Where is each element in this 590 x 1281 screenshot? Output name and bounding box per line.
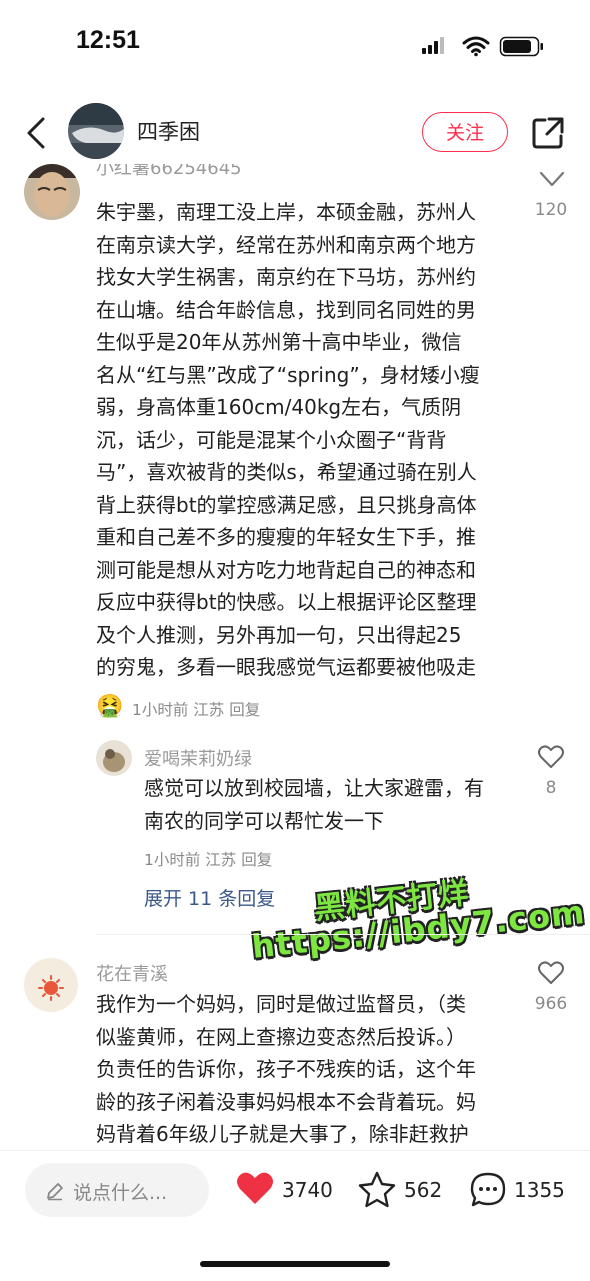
- comment-input[interactable]: 说点什么...: [25, 1163, 209, 1217]
- commenter-name[interactable]: 花在青溪: [96, 960, 168, 986]
- expand-replies-link[interactable]: 展开 11 条回复: [144, 884, 275, 911]
- comment-line: 龄的孩子闲着没事妈妈根本不会背着玩。妈: [96, 1089, 476, 1114]
- like-count: 966: [534, 994, 568, 1014]
- battery-icon: [499, 36, 543, 57]
- comment-line: 沉，话少，可能是混某个小众圈子“背背: [96, 427, 447, 452]
- comment-line: 马”，喜欢被背的类似s，希望通过骑在别人: [96, 460, 477, 484]
- comment-body: 我作为一个妈妈，同时是做过监督员，（类 似鉴黄师，在网上查擦边变态然后投诉。） …: [96, 988, 516, 1151]
- signal-icon: [422, 37, 444, 54]
- heart-outline-icon[interactable]: [537, 744, 565, 770]
- like-icon[interactable]: [538, 168, 566, 190]
- comment-line: 在南京读大学，经常在苏州和南京两个地方: [96, 232, 476, 257]
- comment-body: 朱宇墨，南理工没上岸，本硕金融，苏州人 在南京读大学，经常在苏州和南京两个地方 …: [96, 196, 516, 684]
- comment-meta[interactable]: 1小时前 江苏 回复: [132, 698, 260, 720]
- author-name[interactable]: 四季困: [137, 116, 200, 146]
- status-time: 12:51: [76, 26, 140, 54]
- heart-filled-icon[interactable]: [235, 1170, 275, 1206]
- post-star-count: 562: [404, 1178, 443, 1202]
- comment-input-placeholder: 说点什么...: [73, 1182, 168, 1204]
- post-comment-count: 1355: [514, 1178, 565, 1202]
- like-count: 8: [545, 778, 557, 798]
- replier-name[interactable]: 爱喝茉莉奶绿: [144, 745, 252, 771]
- comment-line: 朱宇墨，南理工没上岸，本硕金融，苏州人: [96, 200, 476, 224]
- like-count: 120: [534, 200, 568, 220]
- comment-line: 及个人推测，另外再加一句，只出得起25: [96, 622, 462, 647]
- comment-line: 重和自己差不多的瘦瘦的年轻女生下手，推: [96, 525, 476, 549]
- post-like-count: 3740: [282, 1178, 333, 1202]
- follow-button[interactable]: 关注: [422, 112, 508, 152]
- comment-line: 我作为一个妈妈，同时是做过监督员，（类: [96, 992, 466, 1016]
- comment-line: 找女大学生祸害，南京约在下马坊，苏州约: [96, 265, 476, 289]
- comment-line: 南农的同学可以帮忙发一下: [144, 808, 384, 833]
- comment-line: 负责任的告诉你，孩子不残疾的话，这个年: [96, 1057, 476, 1081]
- pencil-icon: [47, 1183, 63, 1201]
- commenter-avatar[interactable]: [24, 164, 80, 220]
- commenter-avatar[interactable]: [24, 958, 78, 1012]
- comment-line: 妈背着6年级儿子就是大事了，除非赶救护: [96, 1122, 469, 1146]
- comment-line: 似鉴黄师，在网上查擦边变态然后投诉。）: [96, 1024, 466, 1049]
- status-icons: [422, 36, 543, 57]
- commenter-name[interactable]: 小红薯66254645: [96, 164, 476, 180]
- author-avatar[interactable]: [68, 103, 124, 159]
- comment-line: 测可能是想从对方吃力地背起自己的神态和: [96, 557, 476, 582]
- vomit-emoji: 🤮: [96, 694, 124, 719]
- comment-line: 感觉可以放到校园墙，让大家避雷，有: [144, 776, 484, 800]
- replier-avatar[interactable]: [96, 740, 132, 776]
- home-indicator: [200, 1261, 390, 1267]
- comment-line: 背上获得bt的掌控感满足感，且只挑身高体: [96, 492, 477, 517]
- heart-outline-icon[interactable]: [537, 960, 565, 986]
- comment-line: 名从“红与黑”改成了“spring”，身材矮小瘦: [96, 362, 480, 387]
- reply-meta[interactable]: 1小时前 江苏 回复: [144, 848, 272, 870]
- share-icon[interactable]: [530, 115, 566, 151]
- comment-line: 在山塘。结合年龄信息，找到同名同姓的男: [96, 297, 476, 322]
- divider: [96, 934, 590, 935]
- comment-line: 反应中获得bt的快感。以上根据评论区整理: [96, 590, 477, 614]
- comment-line: 的穷鬼，多看一眼我感觉气运都要被他吸走: [96, 655, 476, 679]
- wifi-icon: [462, 36, 490, 57]
- back-icon[interactable]: [24, 116, 48, 150]
- reply-body: 感觉可以放到校园墙，让大家避雷，有 南农的同学可以帮忙发一下: [144, 772, 524, 837]
- comment-bubble-icon[interactable]: [468, 1170, 508, 1210]
- comment-line: 弱，身高体重160cm/40kg左右，气质阴: [96, 395, 462, 419]
- star-icon[interactable]: [357, 1170, 397, 1208]
- comment-line: 生似乎是20年从苏州第十高中毕业，微信: [96, 330, 462, 354]
